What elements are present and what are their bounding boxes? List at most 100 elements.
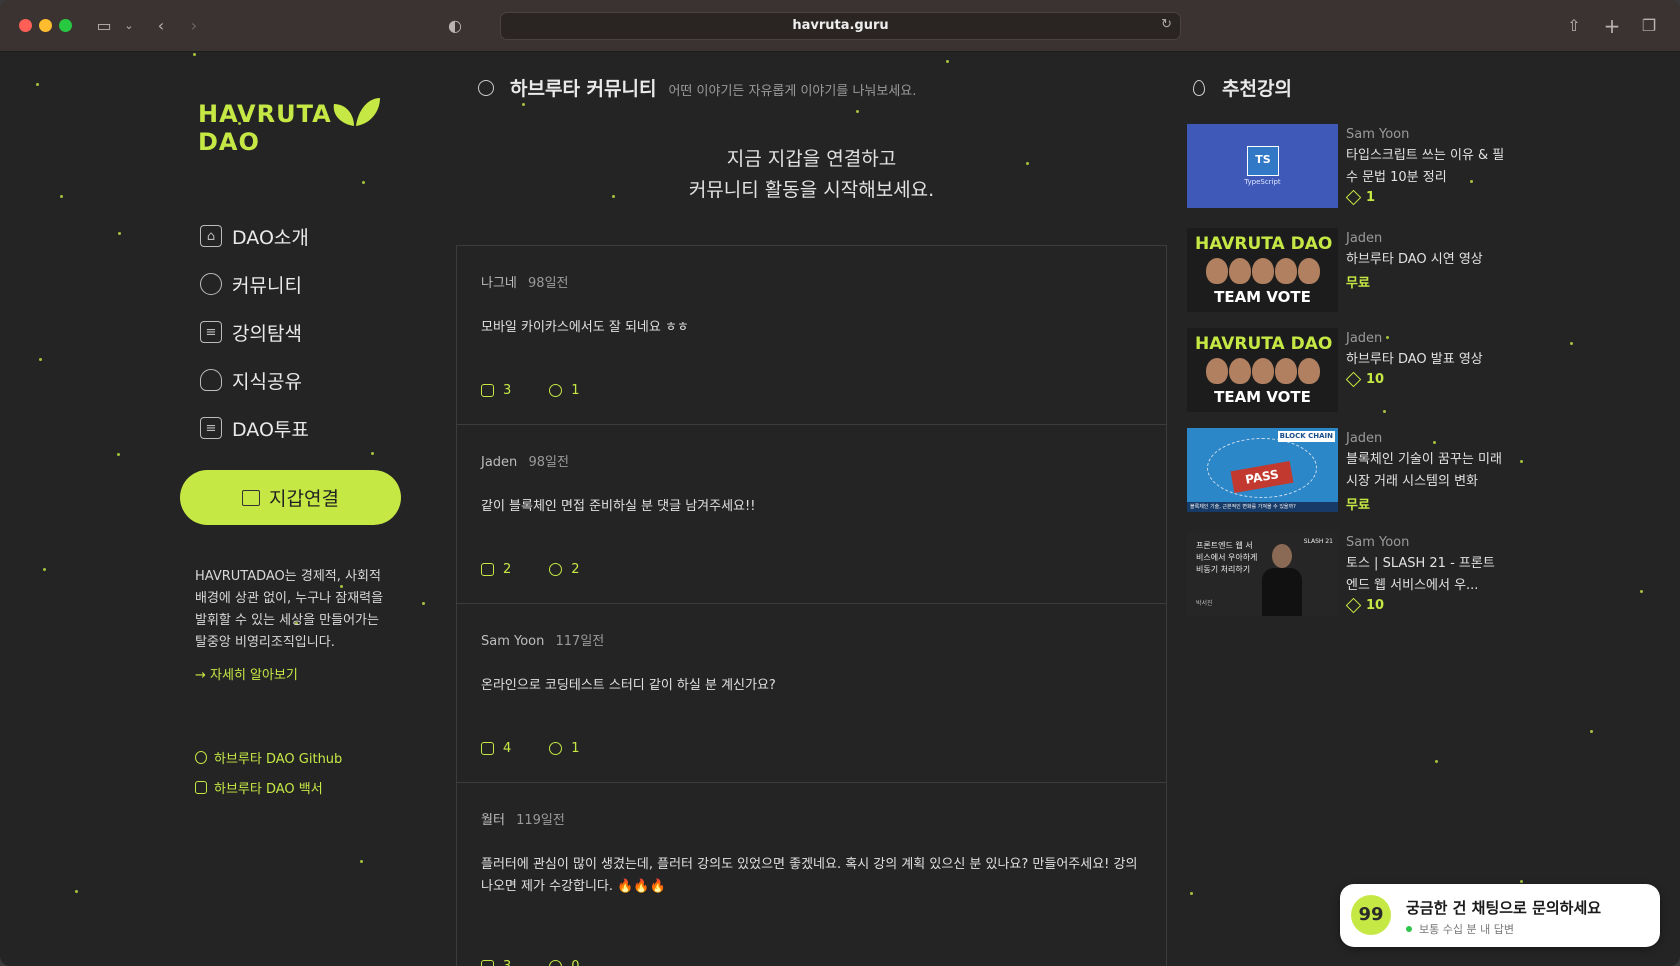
url-text: havruta.guru: [792, 18, 889, 33]
like-button[interactable]: 3: [481, 383, 511, 398]
post-item[interactable]: Sam Yoon 117일전 온라인으로 코딩테스트 스터디 같이 하실 분 계…: [457, 604, 1166, 783]
back-arrow-icon[interactable]: ‹: [152, 14, 170, 38]
post-meta: 월터 119일전: [481, 809, 1142, 828]
course-info: Jaden 하브루타 DAO 시연 영상 무료: [1346, 230, 1506, 291]
post-author: 월터: [481, 813, 505, 828]
new-tab-icon[interactable]: +: [1603, 14, 1621, 38]
post-actions: 4 1: [481, 741, 618, 756]
sidebar-item-courses[interactable]: ≡ 강의탐색: [200, 308, 309, 356]
shield-icon[interactable]: ◐: [446, 14, 464, 38]
sidebar-toggle-icon[interactable]: ▭: [93, 14, 115, 38]
post-item[interactable]: Jaden 98일전 같이 블록체인 면접 준비하실 분 댓글 남겨주세요!! …: [457, 425, 1166, 604]
chat-bubble-icon: [478, 79, 494, 96]
thumbnail-subtitle: TEAM VOTE: [1214, 388, 1311, 406]
sidebar-item-knowledge[interactable]: 지식공유: [200, 356, 309, 404]
post-meta: Jaden 98일전: [481, 451, 1142, 470]
chat-subtitle: 보통 수십 분 내 답변: [1419, 923, 1514, 936]
thumbnail-title: HAVRUTA DAO: [1195, 334, 1333, 354]
post-actions: 3 1: [481, 383, 618, 398]
course-card[interactable]: TS TypeScript Sam Yoon 타입스크립트 쓰는 이유 & 필수…: [1187, 124, 1517, 208]
post-time: 98일전: [528, 276, 569, 291]
comment-button[interactable]: 0: [549, 959, 580, 966]
connect-wallet-label: 지갑연결: [269, 488, 339, 510]
course-title: 타입스크립트 쓰는 이유 & 필수 문법 10분 정리: [1346, 148, 1505, 185]
sidebar-item-dao-intro[interactable]: ⌂ DAO소개: [200, 212, 309, 260]
course-info: Jaden 블록체인 기술이 꿈꾸는 미래 시장 거래 시스템의 변화 무료: [1346, 430, 1506, 513]
zoom-window-button[interactable]: [59, 19, 72, 32]
post-author: 나그네: [481, 276, 517, 291]
comment-button[interactable]: 2: [549, 562, 580, 577]
document-search-icon: ≡: [200, 321, 222, 343]
chat-avatar: 99: [1351, 895, 1391, 935]
sidebar-item-label: DAO투표: [232, 418, 309, 441]
comment-button[interactable]: 1: [549, 383, 580, 398]
sidebar-item-dao-vote[interactable]: ≡ DAO투표: [200, 404, 309, 452]
thumbs-up-icon: [481, 384, 494, 397]
token-icon: [1345, 371, 1362, 388]
github-icon: [195, 751, 207, 764]
address-bar[interactable]: havruta.guru ↻: [500, 12, 1181, 40]
minimize-window-button[interactable]: [39, 19, 52, 32]
course-thumbnail: PASS BLOCK CHAIN 블록체인 기술, 근본적인 변화를 가져올 수…: [1187, 428, 1338, 512]
course-card[interactable]: HAVRUTA DAO TEAM VOTE Jaden 하브루타 DAO 발표 …: [1187, 328, 1517, 412]
whitepaper-link[interactable]: 하브루타 DAO 백서: [195, 778, 323, 797]
comment-icon: [549, 384, 563, 397]
like-button[interactable]: 3: [481, 959, 511, 966]
course-title: 토스 | SLASH 21 - 프론트엔드 웹 서비스에서 우...: [1346, 556, 1495, 593]
like-button[interactable]: 4: [481, 741, 511, 756]
github-link[interactable]: 하브루타 DAO Github: [195, 748, 342, 767]
post-time: 117일전: [555, 634, 605, 649]
token-icon: [1345, 189, 1362, 206]
community-header: 하브루타 커뮤니티 어떤 이야기든 자유롭게 이야기를 나눠보세요.: [478, 74, 916, 101]
chat-title: 궁금한 건 채팅으로 문의하세요: [1406, 899, 1602, 917]
course-price-value: 무료: [1346, 498, 1370, 513]
thumbnail-title: HAVRUTA DAO: [1195, 234, 1333, 254]
course-price: 1: [1345, 189, 1506, 206]
havruta-dao-logo[interactable]: HAVRUTA DAO: [198, 96, 383, 156]
wallet-icon: [242, 489, 261, 506]
sidebar-nav: ⌂ DAO소개 커뮤니티 ≡ 강의탐색 지식공유 ≡ DAO투표: [200, 212, 309, 452]
course-card[interactable]: HAVRUTA DAO TEAM VOTE Jaden 하브루타 DAO 시연 …: [1187, 228, 1517, 312]
comment-count: 2: [571, 562, 580, 577]
typescript-logo: TS: [1247, 146, 1279, 176]
course-thumbnail: HAVRUTA DAO TEAM VOTE: [1187, 328, 1338, 412]
community-title: 하브루타 커뮤니티: [510, 78, 657, 100]
connect-prompt-line: 지금 지갑을 연결하고: [726, 148, 897, 170]
course-card[interactable]: PASS BLOCK CHAIN 블록체인 기술, 근본적인 변화를 가져올 수…: [1187, 428, 1517, 513]
post-author: Sam Yoon: [481, 634, 545, 649]
post-actions: 3 0: [481, 959, 618, 966]
comment-count: 0: [571, 959, 579, 966]
course-price-value: 1: [1366, 190, 1376, 205]
post-time: 98일전: [528, 455, 569, 470]
flame-icon: [1193, 79, 1205, 96]
forward-arrow-icon[interactable]: ›: [185, 14, 203, 38]
chat-status: 보통 수십 분 내 답변: [1406, 921, 1514, 937]
reload-icon[interactable]: ↻: [1161, 17, 1172, 32]
chat-widget[interactable]: 99 궁금한 건 채팅으로 문의하세요 보통 수십 분 내 답변: [1340, 884, 1660, 947]
sidebar-item-label: 지식공유: [232, 370, 302, 393]
recommended-header: 추천강의: [1193, 74, 1292, 101]
thumbnail-text: 프론트엔드 웹 서비스에서 우아하게 비동기 처리하기: [1196, 541, 1258, 574]
post-item[interactable]: 월터 119일전 플러터에 관심이 많이 생겼는데, 플러터 강의도 있었으면 …: [457, 783, 1166, 966]
community-subtitle: 어떤 이야기든 자유롭게 이야기를 나눠보세요.: [668, 84, 917, 99]
comment-icon: [549, 960, 563, 966]
course-price: 10: [1345, 371, 1506, 388]
close-window-button[interactable]: [19, 19, 32, 32]
thumbnail-caption: 블록체인 기술, 근본적인 변화를 가져올 수 있을까?: [1187, 502, 1338, 512]
course-card[interactable]: 프론트엔드 웹 서비스에서 우아하게 비동기 처리하기 SLASH 21 박서진…: [1187, 532, 1517, 616]
thumbnail-badge: SLASH 21: [1303, 538, 1333, 545]
post-author: Jaden: [481, 455, 518, 470]
sidebar-item-label: DAO소개: [232, 226, 309, 249]
course-price: 무료: [1346, 494, 1506, 513]
connect-wallet-button[interactable]: 지갑연결: [180, 470, 401, 525]
post-item[interactable]: 나그네 98일전 모바일 카이카스에서도 잘 되네요 ㅎㅎ 3 1: [457, 246, 1166, 425]
sidebar-item-community[interactable]: 커뮤니티: [200, 260, 309, 308]
post-body: 모바일 카이카스에서도 잘 되네요 ㅎㅎ: [481, 320, 689, 335]
tab-overview-icon[interactable]: ❐: [1640, 14, 1658, 38]
ballot-icon: ≡: [200, 417, 222, 439]
learn-more-link[interactable]: → 자세히 알아보기: [195, 664, 298, 683]
like-button[interactable]: 2: [481, 562, 511, 577]
share-icon[interactable]: ⇧: [1565, 14, 1583, 38]
chevron-down-icon[interactable]: ⌄: [122, 14, 136, 38]
comment-button[interactable]: 1: [549, 741, 580, 756]
